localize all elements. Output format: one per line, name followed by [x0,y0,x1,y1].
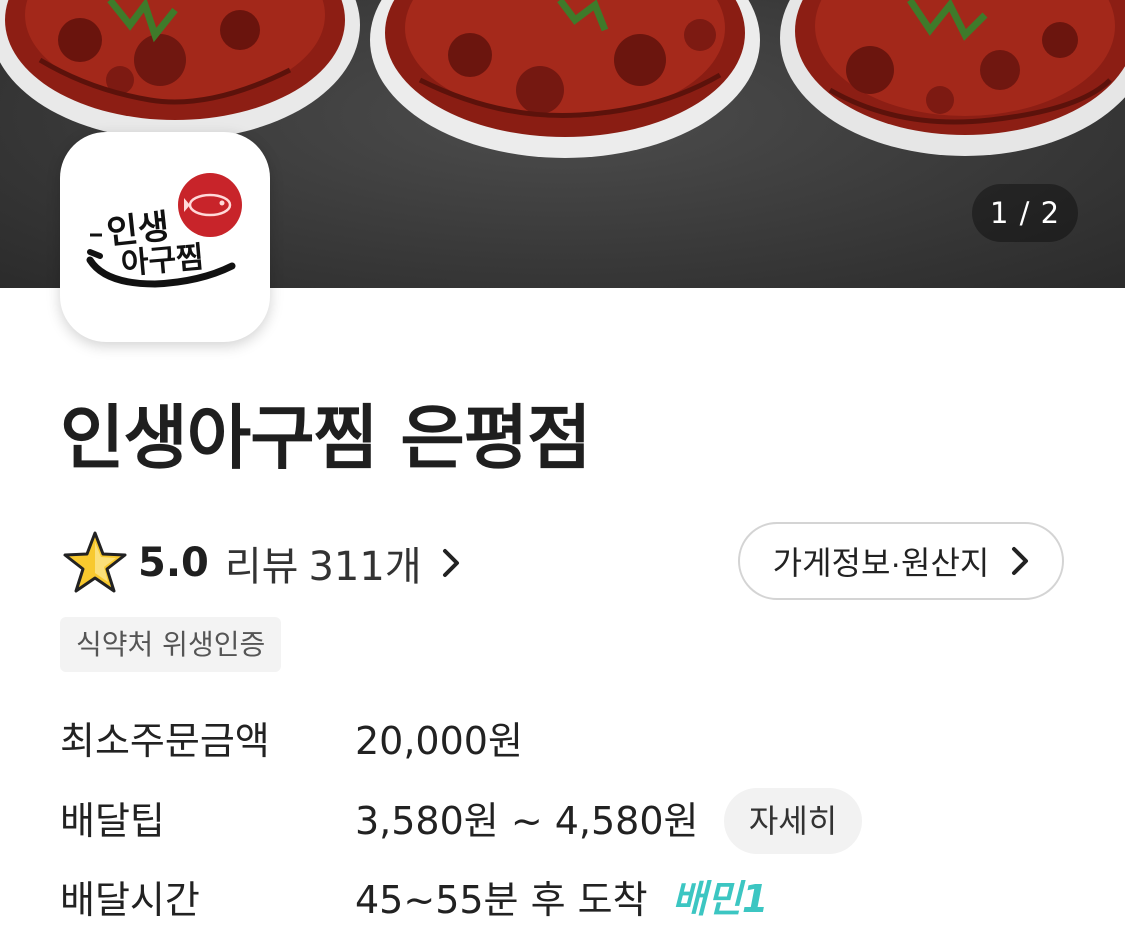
delivery-tip-detail-button[interactable]: 자세히 [724,788,862,854]
store-name: 인생아구찜 은평점 [60,397,592,479]
store-logo: 인생 아구찜 [60,132,270,342]
min-order-value: 20,000원 [355,719,523,763]
baemin1-badge: 배민1 [672,877,768,921]
logo-text-line2: 아구찜 [120,240,206,282]
rating-review-link[interactable]: 5.0 리뷰 311개 [62,528,460,598]
image-page-indicator: 1 / 2 [972,184,1078,242]
store-logo-image: 인생 아구찜 [86,173,242,288]
delivery-tip-value: 3,580원 ~ 4,580원 [355,799,699,843]
store-info-origin-button[interactable]: 가게정보·원산지 [738,522,1064,600]
delivery-tip-label: 배달팁 [60,799,165,843]
review-count: 311개 [308,544,422,590]
star-icon [63,531,127,593]
review-label: 리뷰 [224,544,299,590]
delivery-time-value: 45~55분 후 도착 [355,878,648,922]
chevron-right-icon [1012,547,1029,575]
chevron-right-icon [442,549,459,577]
min-order-label: 최소주문금액 [60,719,270,763]
rating-score: 5.0 [138,540,209,586]
store-info-origin-label: 가게정보·원산지 [772,545,990,581]
delivery-time-label: 배달시간 [60,878,200,922]
hygiene-certification-badge: 식약처 위생인증 [60,617,282,672]
